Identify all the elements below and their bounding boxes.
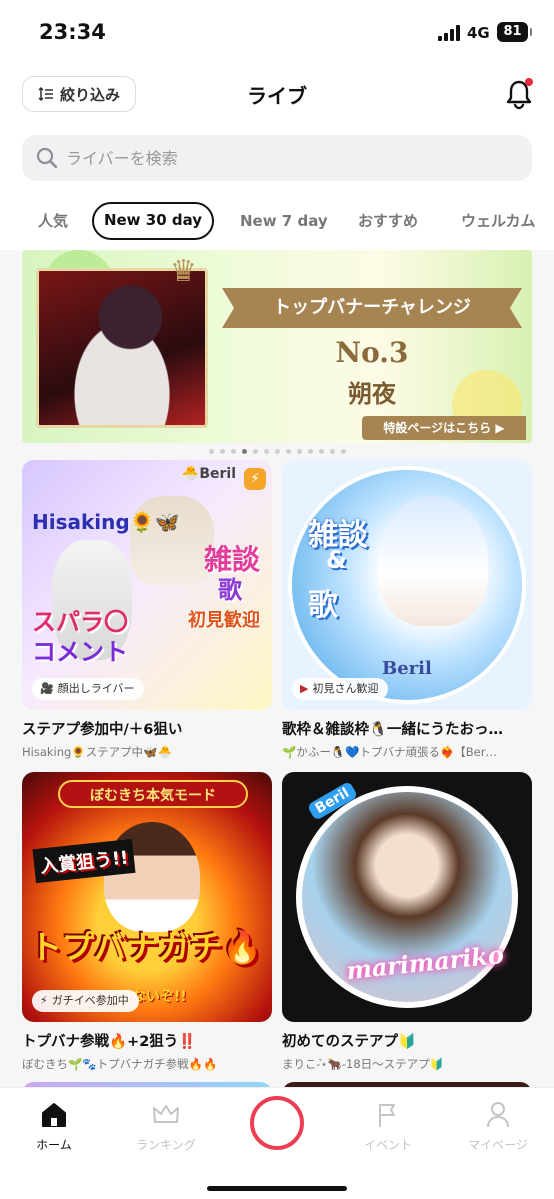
- notification-button[interactable]: [503, 76, 535, 112]
- card-thumbnail: 雑談 & 歌 Beril ▶ 初見さん歓迎: [282, 460, 532, 710]
- thumb-text: トプバナガチ🔥: [30, 928, 262, 966]
- thumb-text: ぼむきち本気モード: [58, 780, 248, 808]
- thumb-name: Hisaking🌻🦋: [32, 510, 180, 534]
- banner-photo: [36, 268, 208, 428]
- carousel-dot[interactable]: [263, 449, 269, 454]
- carousel-dot[interactable]: [329, 449, 335, 454]
- category-tabs: 人気 New 30 day New 7 day おすすめ ウェルカム: [0, 202, 554, 242]
- thumb-text: 初見歓迎: [188, 610, 260, 631]
- carousel-dot[interactable]: [252, 449, 258, 454]
- thumb-text: コメント: [32, 638, 128, 666]
- badge-label: 初見さん歓迎: [312, 682, 379, 695]
- thumb-text: &: [326, 546, 347, 574]
- carousel-dot[interactable]: [241, 449, 247, 454]
- carousel-dot[interactable]: [340, 449, 346, 454]
- flag-icon: ▶: [300, 682, 309, 695]
- carousel-dot[interactable]: [296, 449, 302, 454]
- nav-mypage[interactable]: マイページ: [453, 1100, 543, 1153]
- card-subtitle: まりこ-͛⋆🐂-18日〜ステアプ🔰: [282, 1057, 444, 1071]
- carousel-dot[interactable]: [318, 449, 324, 454]
- tab-new-30-day[interactable]: New 30 day: [92, 202, 214, 240]
- tab-new-7-day[interactable]: New 7 day: [240, 202, 328, 240]
- live-card[interactable]: 雑談 & 歌 Beril ▶ 初見さん歓迎 歌枠＆雑談枠🐧一緒にうたおっ… 🌱かふ…: [282, 460, 532, 760]
- thumb-logo: Beril: [382, 658, 432, 679]
- carousel-dots: [0, 449, 554, 455]
- nav-event[interactable]: イベント: [343, 1100, 433, 1153]
- tab-recommended[interactable]: おすすめ: [358, 202, 418, 240]
- card-badge: ⚡ ガチイベ参加中: [32, 990, 139, 1012]
- home-indicator: [207, 1186, 347, 1191]
- person-icon: [487, 1102, 509, 1128]
- badge-label: ガチイベ参加中: [51, 994, 129, 1007]
- status-bar: 23:34 4G 81: [0, 0, 554, 66]
- bottom-nav: ホーム ランキング イベント マイページ: [0, 1087, 554, 1199]
- top-banner[interactable]: ♛ トップバナーチャレンジ No.3 朔夜 特設ページはこちら ▶: [22, 250, 532, 443]
- banner-link[interactable]: 特設ページはこちら ▶: [362, 416, 526, 440]
- card-thumbnail: Beril marimariko: [282, 772, 532, 1022]
- nav-label: ホーム: [36, 1138, 72, 1152]
- carousel-dot[interactable]: [230, 449, 236, 454]
- live-card[interactable]: 🐣Beril ⚡ Hisaking🌻🦋 雑談 歌 初見歓迎 スパラ〇 コメント …: [22, 460, 272, 760]
- nav-label: イベント: [363, 1138, 412, 1152]
- flag-icon: [379, 1104, 395, 1127]
- card-title: 初めてのステアプ🔰: [282, 1034, 417, 1050]
- badge-label: 顔出しライバー: [57, 682, 135, 695]
- thumb-logo: 🐣Beril: [181, 466, 236, 482]
- nav-home[interactable]: ホーム: [9, 1100, 99, 1153]
- filter-label: 絞り込み: [59, 85, 120, 104]
- signal-icon: [438, 25, 462, 41]
- tab-popular[interactable]: 人気: [38, 202, 68, 240]
- camera-icon: 🎥: [40, 682, 54, 695]
- carousel-dot[interactable]: [285, 449, 291, 454]
- thumb-text: 歌: [308, 588, 338, 623]
- tab-welcome[interactable]: ウェルカム: [461, 202, 536, 240]
- banner-name: 朔夜: [348, 379, 396, 408]
- live-card[interactable]: Beril marimariko 初めてのステアプ🔰 まりこ-͛⋆🐂-18日〜ス…: [282, 772, 532, 1072]
- carousel-dot[interactable]: [307, 449, 313, 454]
- carousel-dot[interactable]: [208, 449, 214, 454]
- network-type: 4G: [467, 24, 490, 42]
- app-header: 絞り込み ライブ: [0, 66, 554, 122]
- card-subtitle: ぼむきち🌱🐾トプバナガチ参戦🔥🔥: [22, 1057, 218, 1071]
- search-box[interactable]: [22, 135, 532, 181]
- thumb-text: 歌: [218, 576, 242, 604]
- card-title: 歌枠＆雑談枠🐧一緒にうたおっ…: [282, 722, 504, 738]
- lightning-icon: ⚡: [40, 994, 48, 1007]
- carousel-dot[interactable]: [219, 449, 225, 454]
- go-live-button[interactable]: [250, 1096, 304, 1150]
- character-art: [378, 496, 488, 626]
- sort-filter-icon: [38, 86, 53, 102]
- home-icon: [42, 1103, 66, 1127]
- card-badge: 🎥 顔出しライバー: [32, 678, 145, 700]
- character-art: [104, 822, 200, 932]
- card-subtitle: Hisaking🌻ステアプ中🦋🐣: [22, 745, 172, 759]
- card-thumbnail: 🐣Beril ⚡ Hisaking🌻🦋 雑談 歌 初見歓迎 スパラ〇 コメント …: [22, 460, 272, 710]
- banner-rank: No.3: [335, 336, 409, 369]
- lightning-icon: ⚡: [244, 468, 266, 490]
- nav-ranking[interactable]: ランキング: [121, 1100, 211, 1153]
- live-feed: ♛ トップバナーチャレンジ No.3 朔夜 特設ページはこちら ▶ 🐣Beril…: [0, 250, 554, 1087]
- filter-button[interactable]: 絞り込み: [22, 76, 136, 112]
- crown-icon: [153, 1105, 179, 1123]
- notification-dot: [525, 78, 533, 86]
- banner-ribbon: トップバナーチャレンジ: [222, 288, 522, 328]
- card-thumbnail: ぼむきち本気モード 入賞狙う!! トプバナガチ🔥 めないぞ!! ⚡ ガチイベ参加中: [22, 772, 272, 1022]
- battery-icon: 81: [497, 22, 532, 42]
- search-icon: [36, 147, 58, 169]
- card-title: ステアプ参加中/＋6狙い: [22, 722, 183, 738]
- nav-label: ランキング: [136, 1138, 196, 1152]
- nav-label: マイページ: [468, 1138, 528, 1152]
- card-badge: ▶ 初見さん歓迎: [292, 678, 389, 700]
- carousel-dot[interactable]: [274, 449, 280, 454]
- card-subtitle: 🌱かふー🐧💙トプバナ頑張る❤️‍🔥【Ber…: [282, 745, 497, 759]
- status-time: 23:34: [39, 20, 106, 44]
- search-input[interactable]: [66, 148, 486, 168]
- crown-icon: ♛: [170, 254, 197, 289]
- live-card[interactable]: ぼむきち本気モード 入賞狙う!! トプバナガチ🔥 めないぞ!! ⚡ ガチイベ参加中…: [22, 772, 272, 1072]
- card-title: トプバナ参戦🔥+2狙う‼️: [22, 1034, 197, 1050]
